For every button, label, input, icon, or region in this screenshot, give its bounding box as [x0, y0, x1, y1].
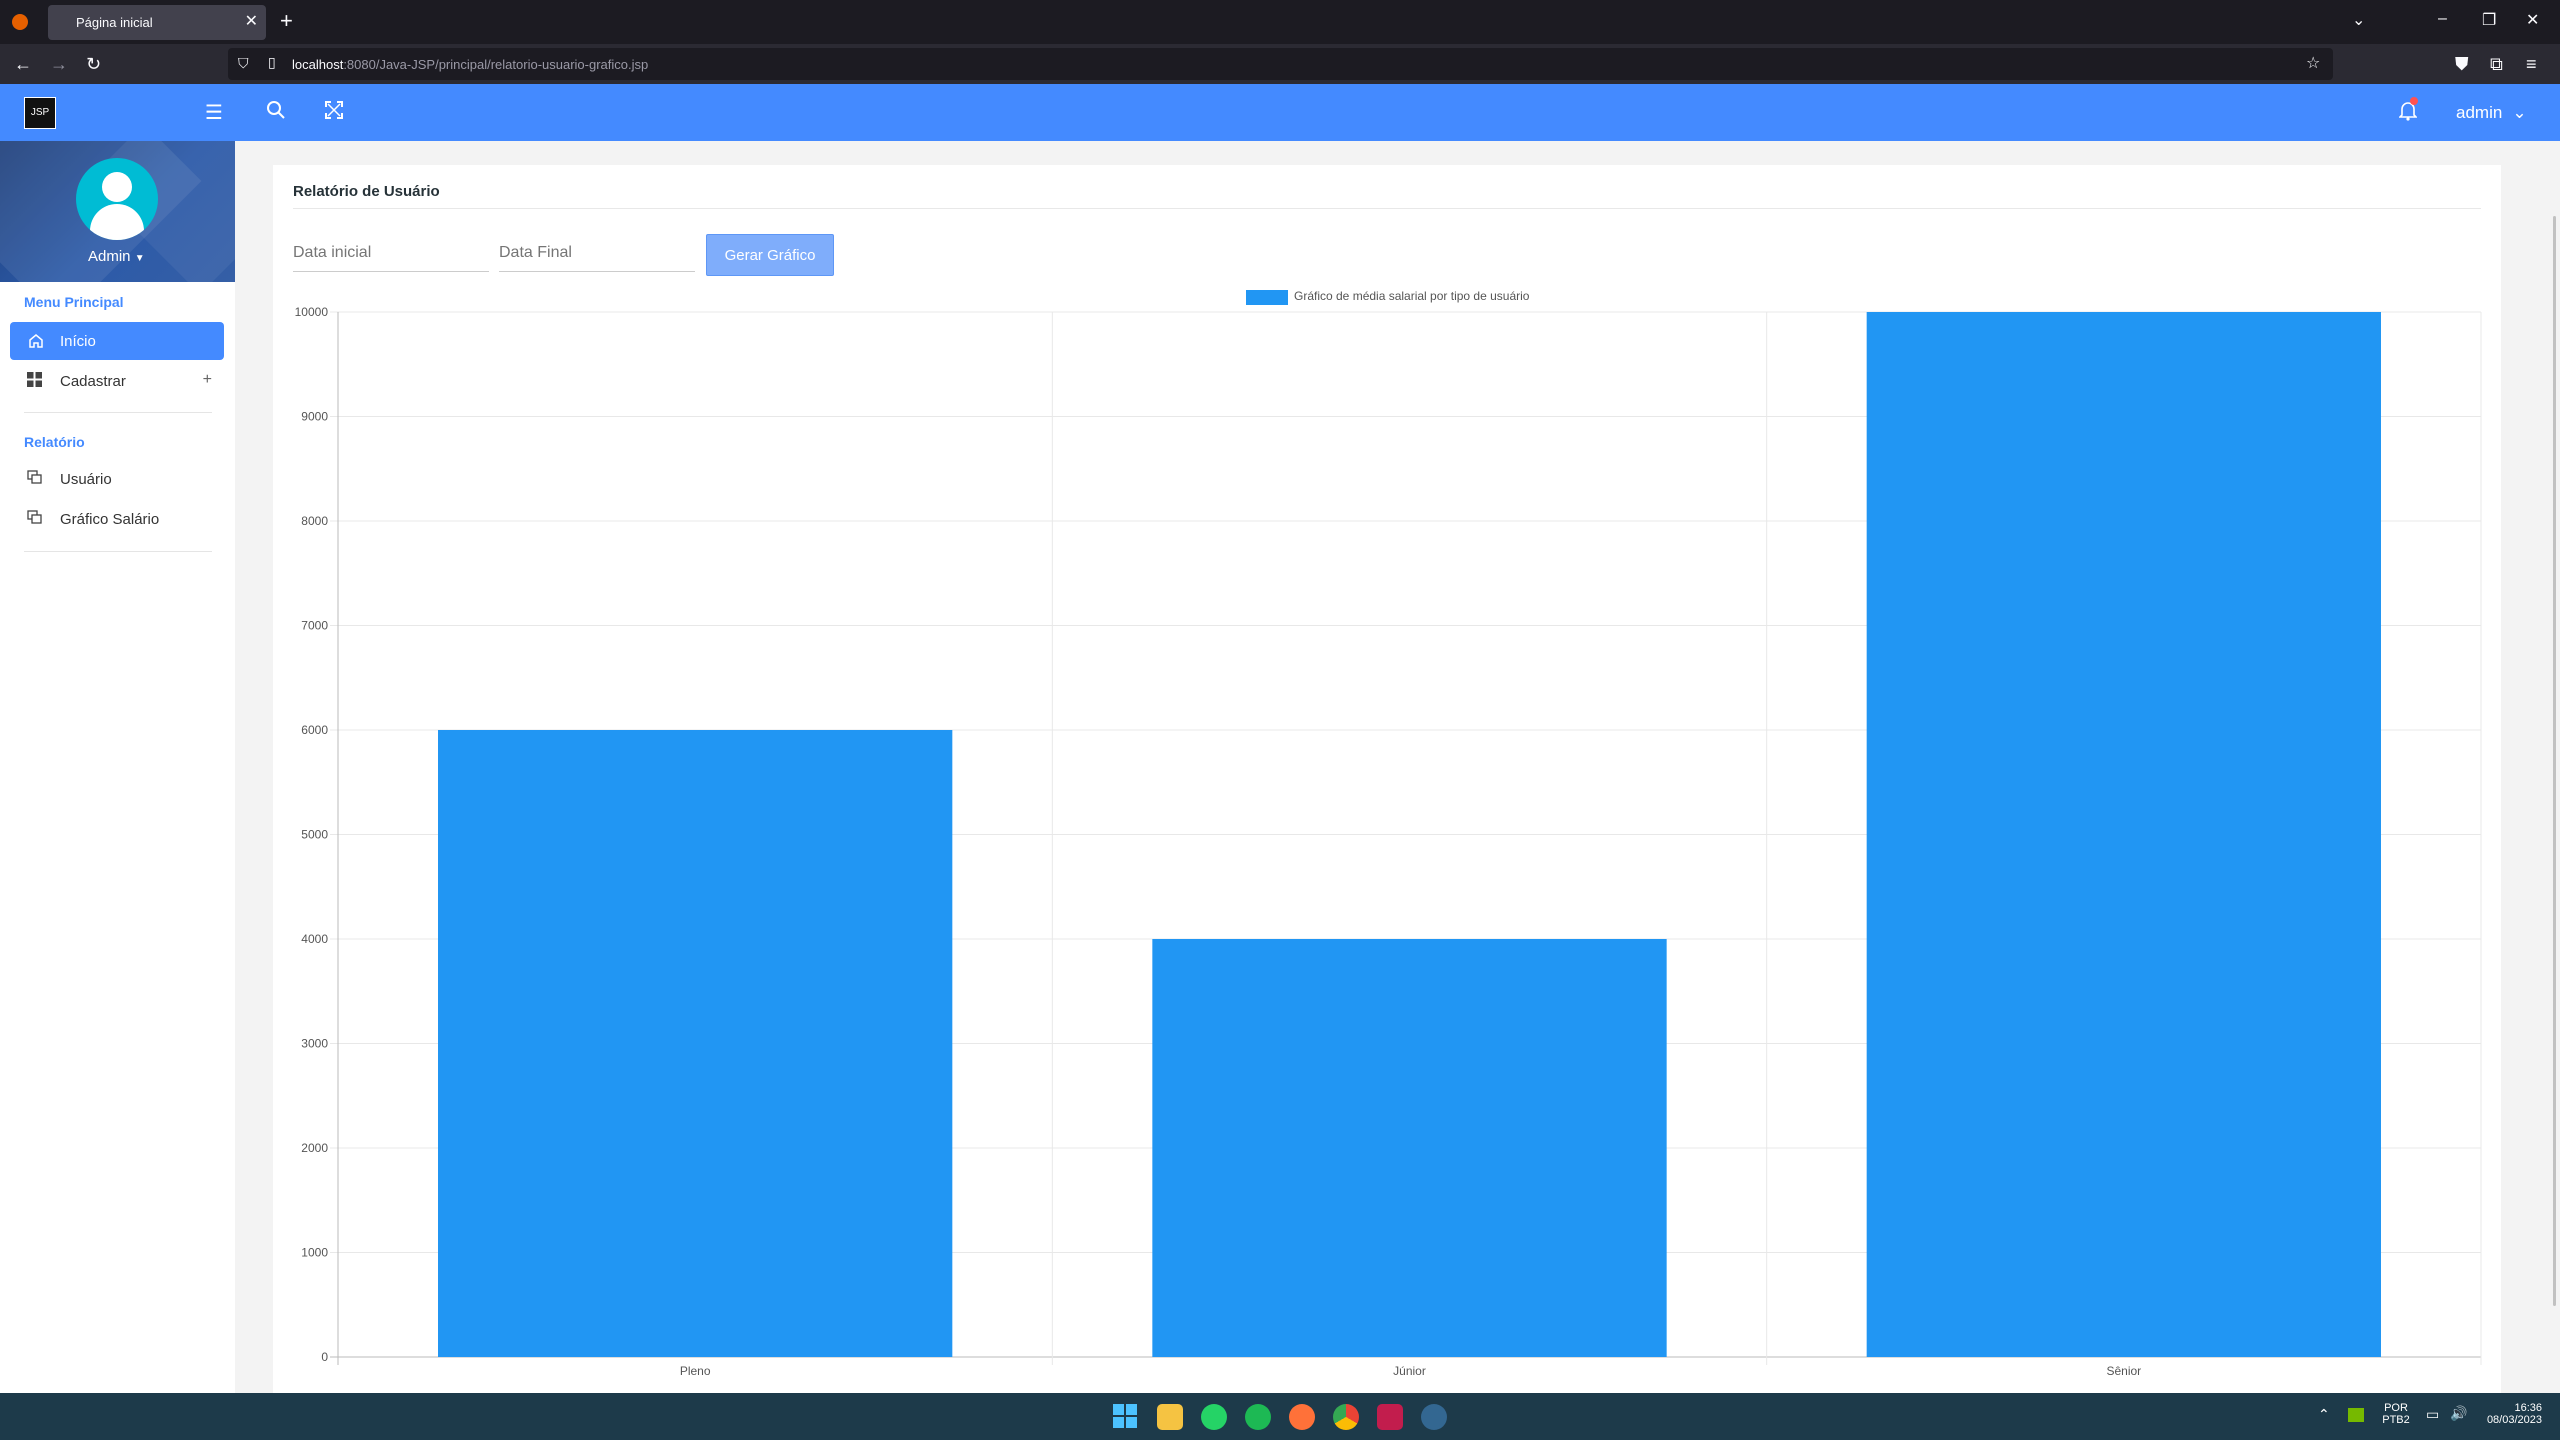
copy-icon: [27, 470, 42, 484]
nvidia-icon[interactable]: [2348, 1408, 2364, 1422]
sidebar-item-label: Início: [60, 333, 96, 350]
y-tick-label: 6000: [301, 723, 328, 737]
x-tick-label: Pleno: [680, 1364, 711, 1378]
shield-icon[interactable]: ⛉: [238, 55, 249, 72]
card-title: Relatório de Usuário: [293, 183, 440, 200]
caret-down-icon: ▼: [134, 253, 145, 264]
forward-icon[interactable]: →: [50, 54, 68, 75]
app-header: [0, 84, 2560, 141]
hamburger-menu-icon[interactable]: ☰: [205, 100, 223, 125]
browser-tab[interactable]: Página inicial ✕: [48, 5, 266, 40]
pocket-icon[interactable]: ⛊: [2455, 54, 2469, 75]
firefox-icon[interactable]: [1289, 1404, 1315, 1430]
home-icon: [29, 334, 43, 348]
y-tick-label: 7000: [301, 619, 328, 633]
data-final-input[interactable]: [499, 235, 695, 272]
relatorio-caption: Relatório: [24, 434, 85, 450]
sidebar-item-cadastrar[interactable]: Cadastrar +: [10, 362, 224, 400]
sidebar-item-usuario[interactable]: Usuário: [10, 460, 224, 498]
y-tick-label: 8000: [301, 514, 328, 528]
volume-icon[interactable]: 🔊: [2450, 1405, 2467, 1422]
browser-tab-bar: Página inicial ✕ + ⌄ – ❐ ✕: [0, 0, 2560, 44]
bar-chart: 0 1000 2000 3000 4000 5000 6000 7000 8000 9000 100…: [295, 305, 2482, 1378]
jsp-logo[interactable]: JSP: [24, 97, 56, 129]
y-tick-label: 4000: [301, 932, 328, 946]
y-tick-label: 3000: [301, 1037, 328, 1051]
search-icon[interactable]: [266, 100, 286, 120]
keyboard-language[interactable]: POR PTB2: [2380, 1402, 2412, 1426]
tab-list-icon[interactable]: ⌄: [2352, 10, 2365, 30]
user-menu[interactable]: admin ⌄: [2456, 103, 2527, 123]
gerar-grafico-button[interactable]: Gerar Gráfico: [706, 234, 834, 276]
windows-start-icon[interactable]: [1113, 1404, 1137, 1428]
restore-icon[interactable]: ❐: [2482, 10, 2496, 30]
reload-icon[interactable]: ↻: [86, 54, 101, 75]
close-window-icon[interactable]: ✕: [2526, 10, 2539, 30]
windows-taskbar: [0, 1393, 2560, 1440]
clock[interactable]: 16:36 08/03/2023: [2476, 1402, 2542, 1426]
user-name: admin: [2456, 103, 2503, 122]
file-explorer-icon[interactable]: [1157, 1404, 1183, 1430]
app-menu-icon[interactable]: ≡: [2526, 54, 2537, 75]
x-tick-label: Júnior: [1393, 1364, 1426, 1378]
postgres-icon[interactable]: [1421, 1404, 1447, 1430]
y-tick-label: 1000: [301, 1246, 328, 1260]
chrome-icon[interactable]: [1333, 1404, 1359, 1430]
y-tick-label: 10000: [295, 305, 329, 319]
divider: [24, 412, 212, 413]
divider: [24, 551, 212, 552]
url-text: localhost:8080/Java-JSP/principal/relato…: [292, 57, 649, 72]
plus-icon[interactable]: +: [203, 371, 212, 389]
data-inicial-input[interactable]: [293, 235, 489, 272]
extensions-icon[interactable]: ⧉: [2490, 54, 2503, 75]
tab-close-icon[interactable]: ✕: [245, 11, 258, 31]
y-tick-label: 5000: [301, 828, 328, 842]
sidebar-item-label: Cadastrar: [60, 373, 126, 390]
sidebar-item-label: Usuário: [60, 471, 112, 488]
sidebar-item-inicio[interactable]: Início: [10, 322, 224, 360]
grid-icon: [27, 372, 42, 387]
sidebar-item-label: Gráfico Salário: [60, 511, 160, 528]
profile-menu[interactable]: Admin ▼: [88, 248, 145, 265]
minimize-icon[interactable]: –: [2438, 10, 2447, 28]
notification-badge: [2410, 97, 2418, 105]
profile-name: Admin: [88, 248, 131, 265]
y-tick-label: 0: [321, 1350, 328, 1364]
firefox-menu-icon[interactable]: [12, 14, 28, 30]
page-icon: ▯: [268, 54, 276, 70]
avatar[interactable]: [76, 158, 158, 240]
tab-title: Página inicial: [76, 15, 153, 30]
divider: [293, 208, 2481, 209]
chevron-down-icon: ⌄: [2512, 103, 2527, 122]
tray-chevron-icon[interactable]: ⌃: [2318, 1406, 2330, 1423]
bookmark-star-icon[interactable]: ☆: [2306, 53, 2320, 73]
sidebar-item-grafico-salario[interactable]: Gráfico Salário: [10, 500, 224, 538]
page-scrollbar[interactable]: [2553, 216, 2556, 1306]
intellij-icon[interactable]: [1377, 1404, 1403, 1430]
y-tick-label: 9000: [301, 410, 328, 424]
chart-bar[interactable]: [438, 730, 953, 1357]
copy-icon: [27, 510, 42, 524]
profile-panel: Admin ▼: [0, 141, 235, 282]
network-icon[interactable]: ▭: [2426, 1406, 2439, 1423]
new-tab-icon[interactable]: +: [280, 8, 293, 34]
spotify-icon[interactable]: [1245, 1404, 1271, 1430]
whatsapp-icon[interactable]: [1201, 1404, 1227, 1430]
back-icon[interactable]: ←: [14, 54, 32, 75]
chart-bar[interactable]: [1866, 312, 2381, 1357]
chart-bar[interactable]: [1152, 939, 1667, 1357]
x-tick-label: Sênior: [2106, 1364, 2141, 1378]
fullscreen-icon[interactable]: [324, 100, 344, 120]
menu-principal-caption: Menu Principal: [24, 294, 124, 310]
y-tick-label: 2000: [301, 1141, 328, 1155]
